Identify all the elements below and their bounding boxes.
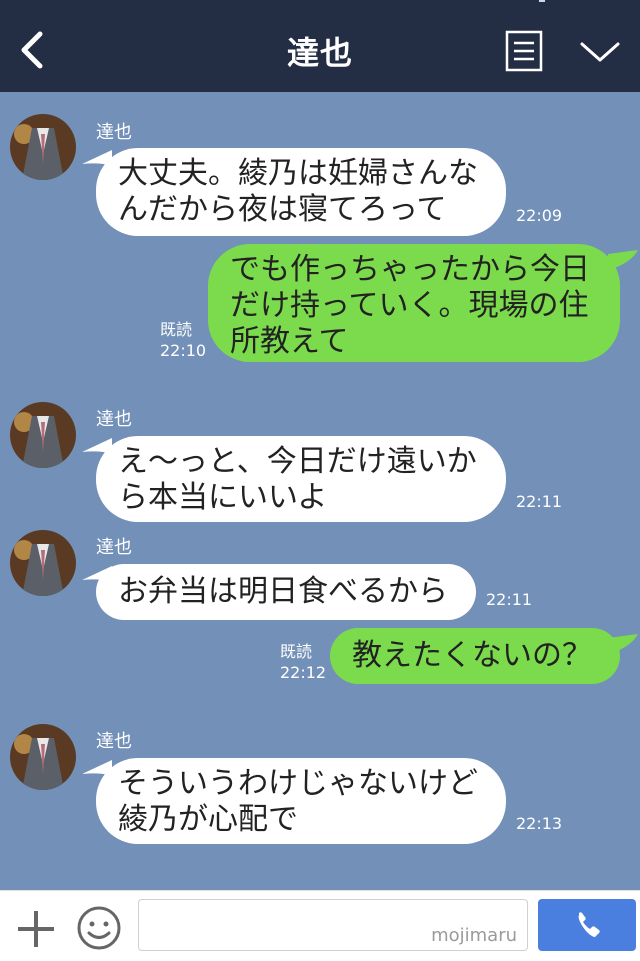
message-line: 綾乃が心配で — [118, 802, 298, 837]
menu-button[interactable] — [505, 30, 543, 72]
message-bubble[interactable]: でも作っちゃったから今日 だけ持っていく。現場の住 所教えて — [208, 244, 620, 362]
input-bar: mojimaru — [0, 890, 640, 961]
avatar[interactable] — [10, 724, 76, 790]
collapse-button[interactable] — [578, 36, 622, 66]
message-input[interactable]: mojimaru — [138, 899, 528, 951]
message-time: 22:11 — [486, 590, 533, 609]
read-receipt: 既読 — [280, 642, 313, 661]
sender-name: 達也 — [96, 409, 132, 430]
smiley-icon — [77, 906, 121, 950]
avatar-suit-image — [10, 724, 76, 790]
chat-header: 達也 — [0, 0, 640, 92]
watermark: mojimaru — [431, 925, 517, 946]
message-line: 所教えて — [230, 324, 349, 359]
add-button[interactable] — [14, 907, 58, 951]
message-time: 22:10 — [160, 341, 207, 360]
message-bubble[interactable]: 大丈夫。綾乃は妊婦さんな んだから夜は寝てろって — [96, 148, 506, 236]
message-time: 22:13 — [516, 814, 563, 833]
status-indicator — [539, 0, 545, 2]
message-line: んだから夜は寝てろって — [118, 192, 447, 227]
message-line: ら本当にいいよ — [118, 480, 328, 515]
chat-title: 達也 — [286, 34, 353, 72]
message-line: 教えたくないの？ — [352, 638, 592, 673]
message-line: そういうわけじゃないけど — [118, 766, 478, 801]
message-time: 22:11 — [516, 492, 563, 511]
chevron-down-icon — [580, 42, 620, 62]
message-line: 大丈夫。綾乃は妊婦さんな — [118, 156, 478, 191]
message-line: でも作っちゃったから今日 — [230, 252, 590, 287]
avatar[interactable] — [10, 530, 76, 596]
message-line: お弁当は明日食べるから — [118, 574, 448, 609]
message-line: え〜っと、今日だけ遠いか — [118, 444, 477, 479]
message-bubble[interactable]: え〜っと、今日だけ遠いか ら本当にいいよ — [96, 436, 506, 522]
plus-icon — [18, 911, 54, 947]
avatar-suit-image — [10, 402, 76, 468]
message-time: 22:09 — [516, 206, 563, 225]
message-bubble[interactable]: お弁当は明日食べるから — [96, 564, 476, 620]
bubble-tail — [608, 634, 638, 654]
sender-name: 達也 — [96, 122, 132, 143]
avatar[interactable] — [10, 402, 76, 468]
message-bubble[interactable]: 教えたくないの？ — [330, 628, 620, 684]
call-button[interactable] — [538, 899, 636, 951]
phone-icon — [578, 912, 600, 937]
message-bubble[interactable]: そういうわけじゃないけど 綾乃が心配で — [96, 758, 506, 844]
message-time: 22:12 — [280, 663, 327, 682]
sender-name: 達也 — [96, 731, 132, 752]
read-receipt: 既読 — [160, 320, 193, 339]
avatar-suit-image — [10, 114, 76, 180]
avatar[interactable] — [10, 114, 76, 180]
avatar-suit-image — [10, 530, 76, 596]
bubble-tail — [608, 250, 638, 270]
sender-name: 達也 — [96, 537, 132, 558]
message-line: だけ持っていく。現場の住 — [230, 288, 589, 323]
menu-list-icon — [505, 30, 543, 72]
sticker-button[interactable] — [76, 905, 122, 951]
